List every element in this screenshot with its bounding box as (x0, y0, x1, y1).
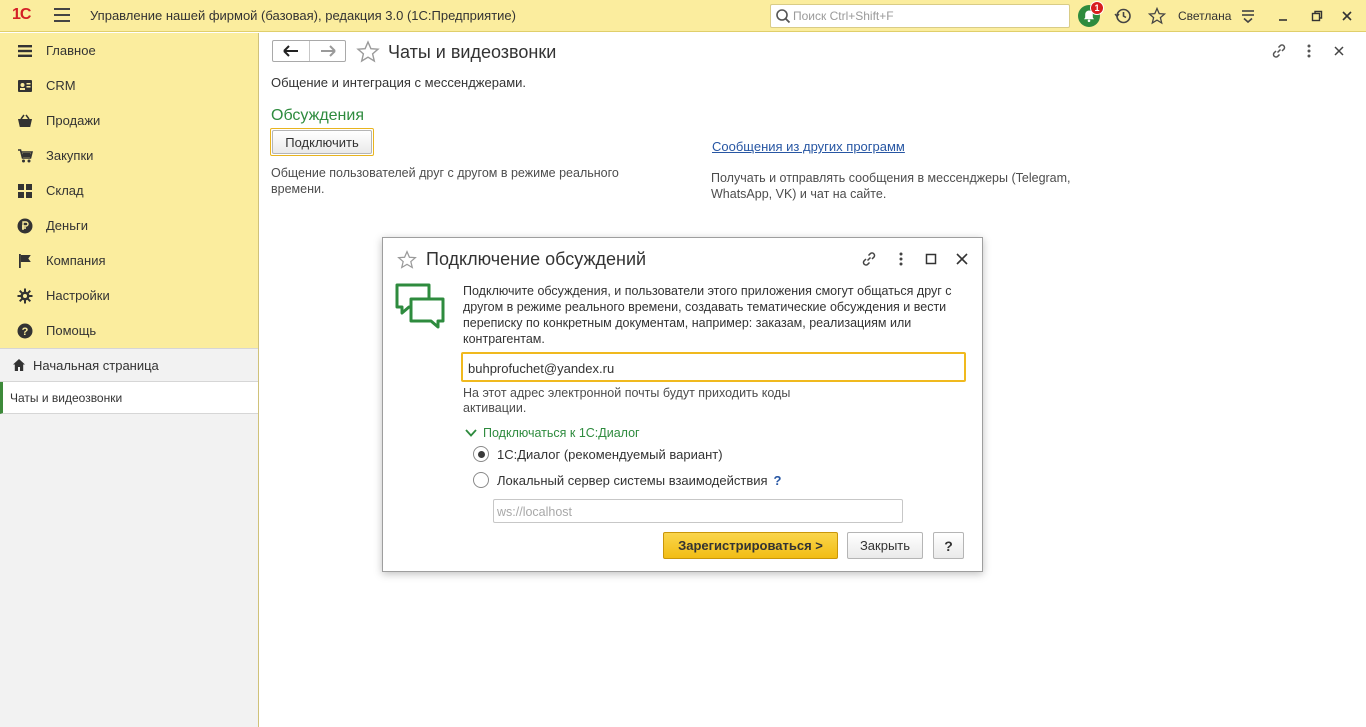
other-programs-link[interactable]: Сообщения из других программ (712, 139, 905, 154)
email-field[interactable] (461, 352, 966, 382)
app-title: Управление нашей фирмой (базовая), редак… (90, 8, 516, 23)
sidebar-item-label: Помощь (46, 323, 97, 338)
search-input[interactable] (793, 8, 1063, 24)
radio-label: Локальный сервер системы взаимодействия (497, 472, 768, 488)
chevron-down-icon (465, 429, 477, 437)
app-logo[interactable]: 1С (12, 6, 31, 24)
sidebar-item-label: Закупки (46, 148, 94, 163)
local-server-field[interactable] (493, 499, 903, 523)
open-tab-label: Чаты и видеозвонки (10, 391, 123, 405)
other-programs-description: Получать и отправлять сообщения в мессен… (711, 171, 1071, 201)
home-page-label: Начальная страница (33, 357, 159, 373)
radio-option-local[interactable]: Локальный сервер системы взаимодействия … (473, 472, 782, 488)
grid-icon (16, 182, 34, 200)
sidebar-item-sales[interactable]: Продажи (0, 103, 258, 138)
radio-button-selected[interactable] (473, 446, 489, 462)
connect-button[interactable]: Подключить (270, 128, 374, 156)
open-tab-chats[interactable]: Чаты и видеозвонки (0, 382, 258, 414)
dialog-title: Подключение обсуждений (426, 249, 647, 269)
sidebar-item-label: Продажи (46, 113, 101, 128)
sidebar-item-company[interactable]: Компания (0, 243, 258, 278)
sidebar-item-crm[interactable]: CRM (0, 68, 258, 103)
link-icon[interactable] (860, 250, 878, 268)
page-description: Общение и интеграция с мессенджерами. (271, 75, 527, 90)
close-icon[interactable] (953, 250, 971, 268)
sidebar-item-money[interactable]: Деньги (0, 208, 258, 243)
user-name[interactable]: Светлана (1178, 9, 1231, 23)
more-icon[interactable] (1300, 42, 1318, 60)
sidebar-item-help[interactable]: ? Помощь (0, 313, 258, 348)
gear-icon (16, 287, 34, 305)
link-icon[interactable] (1270, 42, 1288, 60)
connect-discussions-dialog: Подключение обсуждений Подключите обсужд… (382, 237, 983, 572)
top-bar: 1С Управление нашей фирмой (базовая), ре… (0, 0, 1366, 32)
navigation-buttons (272, 40, 346, 62)
contacts-icon (16, 77, 34, 95)
group-toggle-label: Подключаться к 1С:Диалог (483, 426, 640, 440)
section-title: Обсуждения (271, 107, 364, 124)
sidebar-item-main[interactable]: Главное (0, 33, 258, 68)
favorite-star-icon[interactable] (356, 40, 380, 64)
minimize-icon[interactable] (1272, 5, 1294, 27)
ruble-icon (16, 217, 34, 235)
close-button[interactable]: Закрыть (847, 532, 923, 559)
history-icon[interactable] (1112, 5, 1134, 27)
help-icon: ? (16, 322, 34, 340)
maximize-icon[interactable] (922, 250, 940, 268)
cart-icon (16, 147, 34, 165)
settings-icon[interactable] (1237, 5, 1259, 27)
home-page-tab[interactable]: Начальная страница (0, 349, 258, 382)
restore-window-icon[interactable] (1306, 5, 1328, 27)
back-button[interactable] (273, 41, 309, 61)
radio-option-dialog[interactable]: 1С:Диалог (рекомендуемый вариант) (473, 446, 723, 462)
search-icon (776, 9, 791, 24)
notification-badge: 1 (1090, 1, 1104, 15)
help-button[interactable]: ? (933, 532, 964, 559)
help-question-mark[interactable]: ? (774, 473, 782, 488)
home-icon (13, 359, 25, 371)
arrow-left-icon (283, 45, 298, 57)
arrow-right-icon (320, 45, 336, 57)
connect-button-label: Подключить (272, 130, 372, 154)
sidebar-item-label: Компания (46, 253, 106, 268)
close-page-icon[interactable] (1330, 42, 1348, 60)
sidebar-item-label: Главное (46, 43, 96, 58)
sidebar: Главное CRM Продажи Закупки Склад Деньги… (0, 33, 258, 727)
favorite-star-icon[interactable] (397, 250, 417, 270)
basket-icon (16, 112, 34, 130)
sidebar-divider (258, 33, 259, 727)
radio-label: 1С:Диалог (рекомендуемый вариант) (497, 446, 723, 462)
star-icon[interactable] (1146, 5, 1168, 27)
flag-icon (16, 252, 34, 270)
menu-icon[interactable] (54, 8, 70, 22)
email-hint: На этот адрес электронной почты будут пр… (463, 386, 791, 415)
page-title: Чаты и видеозвонки (388, 42, 557, 62)
email-input[interactable] (468, 360, 958, 376)
sidebar-item-label: Склад (46, 183, 84, 198)
close-icon[interactable] (1336, 5, 1358, 27)
more-icon[interactable] (892, 250, 910, 268)
register-button[interactable]: Зарегистрироваться > (663, 532, 838, 559)
radio-button[interactable] (473, 472, 489, 488)
sidebar-item-settings[interactable]: Настройки (0, 278, 258, 313)
connect-description: Общение пользователей друг с другом в ре… (271, 166, 619, 196)
forward-button[interactable] (309, 41, 345, 61)
sidebar-item-label: Деньги (46, 218, 88, 233)
sidebar-item-label: Настройки (46, 288, 110, 303)
open-windows-panel: Начальная страница Чаты и видеозвонки (0, 348, 258, 727)
chat-bubbles-icon (395, 283, 445, 329)
sidebar-item-label: CRM (46, 78, 76, 93)
search-box[interactable] (770, 4, 1070, 28)
dialog-intro-text: Подключите обсуждения, и пользователи эт… (463, 284, 952, 346)
svg-text:?: ? (22, 326, 29, 338)
sidebar-item-warehouse[interactable]: Склад (0, 173, 258, 208)
dialog-group-toggle[interactable]: Подключаться к 1С:Диалог (465, 426, 640, 440)
sidebar-item-purchases[interactable]: Закупки (0, 138, 258, 173)
menu-lines-icon (16, 42, 34, 60)
notifications-button[interactable]: 1 (1078, 1, 1104, 27)
local-server-input[interactable] (497, 504, 897, 519)
